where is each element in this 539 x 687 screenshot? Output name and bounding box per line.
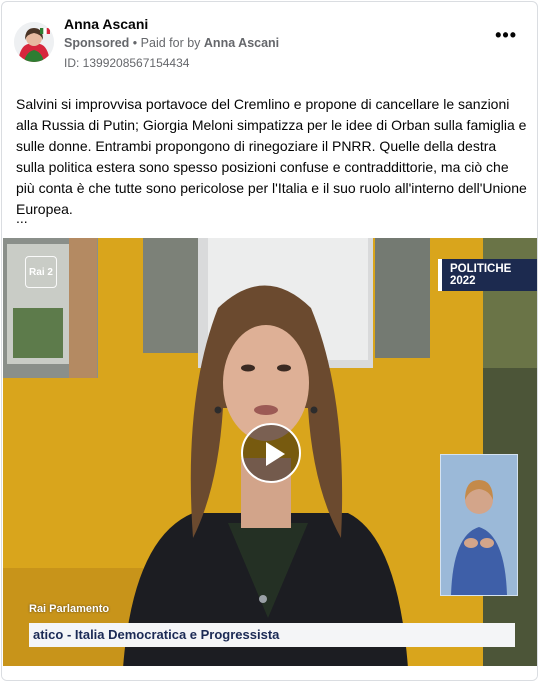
see-more-ellipsis[interactable]: ... bbox=[16, 210, 28, 226]
author-avatar[interactable] bbox=[14, 22, 54, 62]
lower-third-tag: Rai Parlamento bbox=[29, 603, 110, 615]
ad-id: ID: 1399208567154434 bbox=[64, 56, 190, 70]
politiche-badge: POLITICHE 2022 bbox=[438, 259, 537, 291]
more-horizontal-icon[interactable]: ••• bbox=[495, 26, 517, 44]
lower-third-title: atico - Italia Democratica e Progressist… bbox=[33, 627, 280, 642]
sign-language-inset bbox=[440, 454, 518, 596]
paid-for-name[interactable]: Anna Ascani bbox=[204, 36, 279, 50]
video-player[interactable]: Rai 2 POLITICHE 2022 Rai Parlamento atic… bbox=[3, 238, 537, 668]
paid-for-prefix: Paid for by bbox=[140, 36, 201, 50]
sponsored-label: Sponsored bbox=[64, 36, 130, 50]
post-header: Anna Ascani Sponsored • Paid for by Anna… bbox=[2, 2, 537, 82]
post-text: Salvini si improvvisa portavoce del Crem… bbox=[16, 96, 527, 217]
sponsored-meta: Sponsored • Paid for by Anna Ascani bbox=[64, 36, 279, 50]
author-name[interactable]: Anna Ascani bbox=[64, 16, 148, 32]
play-button[interactable] bbox=[241, 423, 301, 483]
meta-separator: • bbox=[132, 36, 138, 50]
card-footer bbox=[2, 666, 537, 680]
ad-post-card: Anna Ascani Sponsored • Paid for by Anna… bbox=[1, 1, 538, 681]
channel-logo: Rai 2 bbox=[25, 256, 57, 288]
play-icon bbox=[266, 442, 285, 466]
